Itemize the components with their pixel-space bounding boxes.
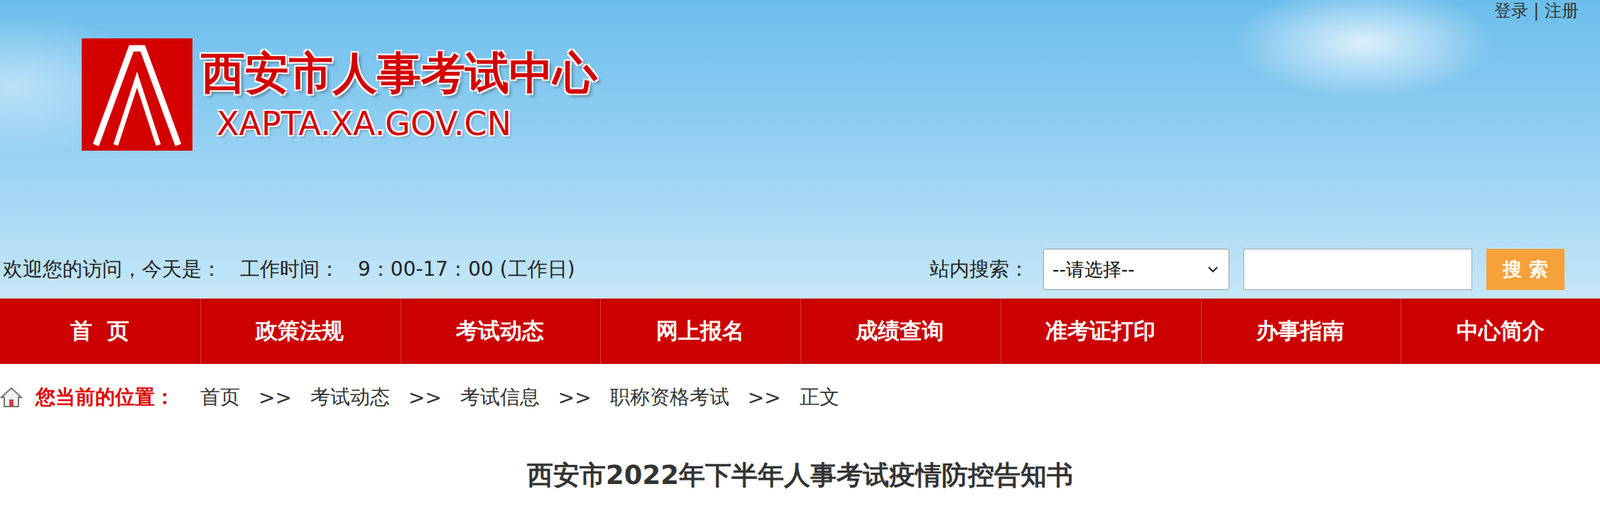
nav-item[interactable]: 中心简介 [1399, 298, 1600, 364]
search-scope-select[interactable]: --请选择-- [1043, 248, 1230, 290]
breadcrumb-item: 正文 [799, 383, 840, 411]
hours-label: 工作时间： [240, 255, 340, 283]
nav-item[interactable]: 首 页 [0, 298, 200, 364]
nav-item[interactable]: 办事指南 [1200, 298, 1401, 364]
search-input[interactable] [1243, 248, 1473, 290]
site-logo[interactable]: 西安市人事考试中心 XAPTA.XA.GOV.CN [0, 19, 1600, 151]
search-label: 站内搜索： [929, 255, 1030, 283]
breadcrumb-separator: >> [408, 385, 442, 410]
page: 登录 | 注册西安市人事考试中心 XAPTA.XA.GOV.CN 欢迎您的访问，今天… [0, 0, 1600, 493]
breadcrumb-separator: >> [747, 385, 782, 410]
breadcrumb-item[interactable]: 考试信息 [460, 383, 540, 411]
info-bar: 欢迎您的访问，今天是： 工作时间： 9：00-17：00 (工作日) 站内搜索： --请… [0, 248, 1600, 299]
breadcrumb-item[interactable]: 考试动态 [310, 383, 390, 411]
header-banner: 登录 | 注册西安市人事考试中心 XAPTA.XA.GOV.CN 欢迎您的访问，今天… [0, 0, 1600, 299]
article-title: 西安市2022年下半年人事考试疫情防控告知书 [0, 410, 1600, 493]
breadcrumb-item[interactable]: 首页 [200, 383, 241, 411]
breadcrumb-item[interactable]: 职称资格考试 [610, 383, 730, 411]
breadcrumb-separator: >> [558, 385, 592, 410]
search-button[interactable]: 搜 索 [1486, 248, 1565, 290]
nav-item[interactable]: 政策法规 [199, 298, 400, 364]
welcome-text: 欢迎您的访问，今天是： 工作时间： 9：00-17：00 (工作日) [2, 255, 576, 283]
site-search: 站内搜索： --请选择-- 搜 索 [929, 248, 1565, 290]
chevron-down-icon [1205, 262, 1221, 277]
nav-item[interactable]: 准考证打印 [999, 298, 1201, 364]
logo-icon [81, 38, 193, 151]
breadcrumb-separator: >> [258, 385, 292, 410]
welcome-label: 欢迎您的访问，今天是： [2, 255, 222, 283]
nav-item[interactable]: 成绩查询 [799, 298, 1000, 364]
logo-title: 西安市人事考试中心 [200, 47, 598, 99]
home-icon [0, 385, 23, 409]
nav-item[interactable]: 考试动态 [399, 298, 601, 364]
hours-value: 9：00-17：00 (工作日) [357, 255, 576, 283]
logo-domain: XAPTA.XA.GOV.CN [200, 105, 598, 143]
breadcrumb-label: 您当前的位置： [35, 383, 175, 411]
nav-item[interactable]: 网上报名 [599, 298, 800, 364]
main-nav: 首 页政策法规考试动态网上报名成绩查询准考证打印办事指南中心简介 [0, 298, 1600, 364]
login-register-links[interactable]: 登录 | 注册 [1494, 0, 1600, 20]
breadcrumb: 您当前的位置： 首页 >> 考试动态 >> 考试信息 >> 职称资格考试 >> 正文 [0, 363, 1600, 411]
logo-text: 西安市人事考试中心 XAPTA.XA.GOV.CN [200, 47, 598, 142]
